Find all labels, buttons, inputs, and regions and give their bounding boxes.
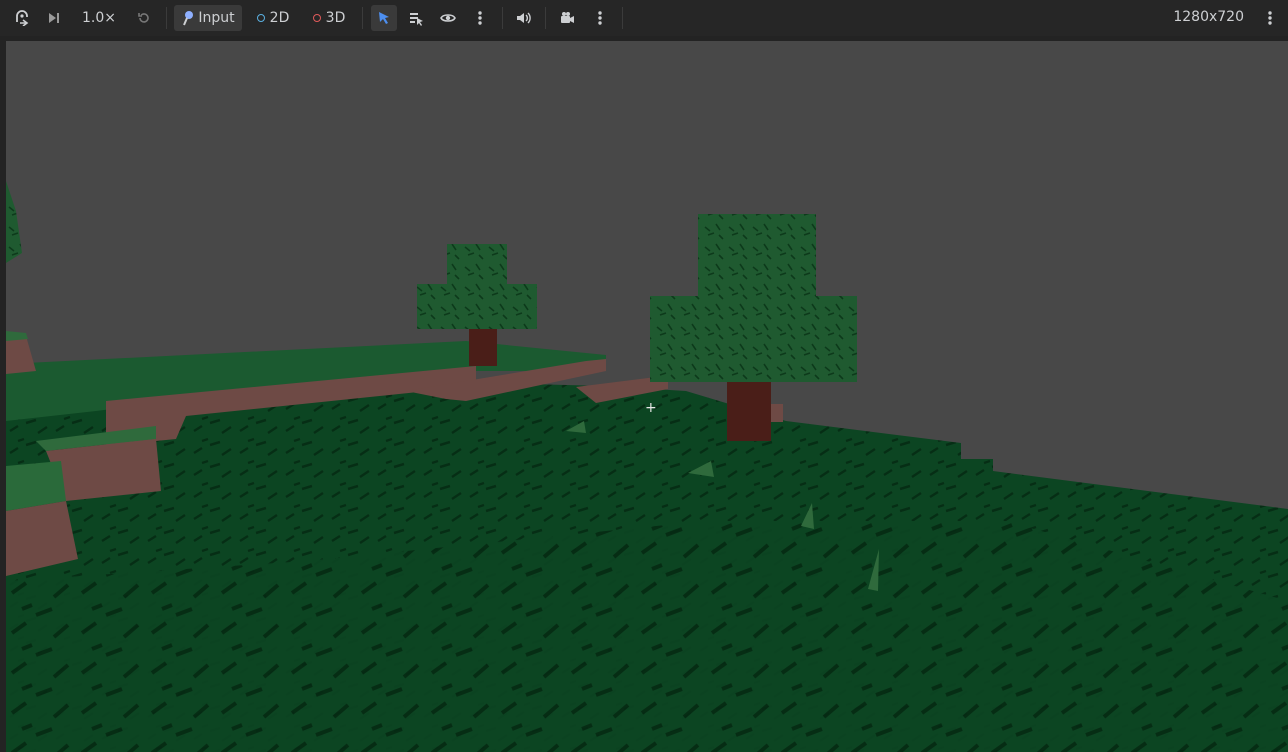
speed-label: 1.0×: [82, 10, 116, 26]
list-select-icon[interactable]: [404, 5, 428, 31]
back-tree-trunk: [469, 328, 497, 366]
undock-icon[interactable]: [10, 5, 34, 31]
toolbar-separator: [502, 7, 503, 29]
select-mode-button[interactable]: [371, 5, 397, 31]
front-tree-leaves-upper: [698, 214, 816, 298]
pointer-icon: [379, 12, 389, 24]
toolbar-separator: [362, 7, 363, 29]
left-tree-leaf: [6, 181, 22, 263]
back-tree-leaves-lower: [417, 284, 537, 329]
camera-options-icon[interactable]: [588, 5, 612, 31]
mode-2d-label: 2D: [269, 10, 290, 26]
back-tree-leaves-upper: [447, 244, 507, 286]
resolution-label: 1280x720: [1173, 9, 1244, 25]
input-label: Input: [198, 10, 235, 26]
mode-2d-dot-icon: [256, 14, 265, 22]
crosshair: +: [645, 400, 657, 416]
front-tree-trunk: [727, 379, 771, 441]
mode-3d-dot-icon: [312, 14, 321, 22]
toolbar-menu-icon[interactable]: [1258, 5, 1282, 31]
game-scene: [6, 181, 1288, 752]
mode-3d-button[interactable]: 3D: [306, 5, 352, 31]
toolbar-separator: [545, 7, 546, 29]
mode-3d-label: 3D: [325, 10, 346, 26]
eye-icon[interactable]: [436, 5, 460, 31]
camera-override-icon[interactable]: [555, 5, 579, 31]
game-toolbar: 1.0× Input 2D 3D 1280x720: [0, 0, 1288, 36]
toolbar-separator: [622, 7, 623, 29]
game-viewport[interactable]: +: [6, 41, 1288, 752]
next-frame-icon[interactable]: [42, 5, 66, 31]
front-tree-root-block: [771, 404, 783, 422]
input-button[interactable]: Input: [174, 5, 242, 31]
reset-speed-icon[interactable]: [132, 5, 156, 31]
front-tree-leaves-lower: [650, 296, 857, 382]
joystick-icon: [183, 11, 194, 26]
more-options-icon[interactable]: [468, 5, 492, 31]
mode-2d-button[interactable]: 2D: [250, 5, 296, 31]
left-edge-dirt: [6, 336, 36, 374]
toolbar-separator: [166, 7, 167, 29]
speed-button[interactable]: 1.0×: [78, 5, 120, 31]
speaker-icon[interactable]: [511, 5, 535, 31]
